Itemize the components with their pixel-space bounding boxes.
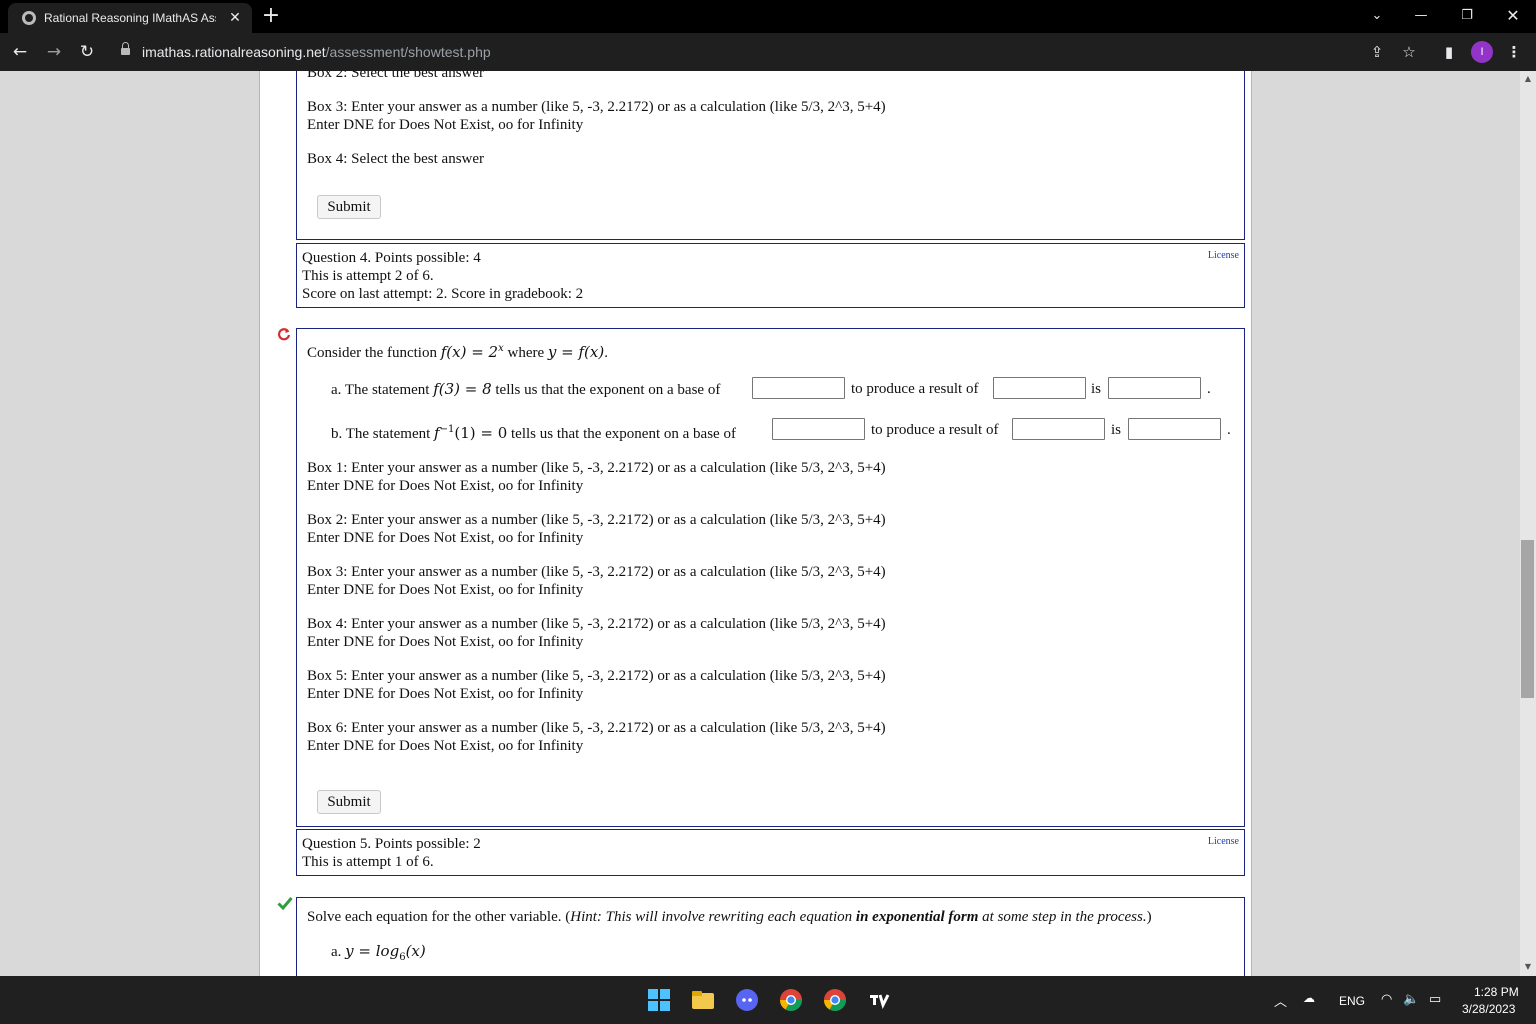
question-4-header: Question 4. Points possible: 4 This is a… [296, 243, 1245, 308]
assessment-page: Box 2: Select the best answer Box 3: Ent… [259, 71, 1252, 976]
back-arrow-icon[interactable]: ← [8, 41, 32, 63]
battery-icon[interactable]: ▭ [1429, 991, 1441, 1007]
bookmark-star-icon[interactable]: ☆ [1398, 41, 1420, 63]
q4a-result-label: to produce a result of [851, 381, 979, 397]
volume-icon[interactable]: 🔈 [1403, 991, 1419, 1007]
q4-box3-text: Box 3: Enter your answer as a number (li… [307, 564, 886, 580]
chrome-icon[interactable] [823, 988, 847, 1012]
reload-icon[interactable]: ↻ [75, 41, 99, 63]
address-bar[interactable]: imathas.rationalreasoning.net/assessment… [108, 37, 1434, 67]
page-viewport: Box 2: Select the best answer Box 3: Ent… [0, 71, 1520, 976]
q4a-base-input[interactable] [752, 377, 845, 399]
q5-intro: Solve each equation for the other variab… [307, 909, 1152, 925]
forward-arrow-icon[interactable]: → [42, 41, 66, 63]
q4-box1-text: Box 1: Enter your answer as a number (li… [307, 460, 886, 476]
language-indicator[interactable]: ENG [1339, 994, 1365, 1008]
q4-attempt: This is attempt 2 of 6. [302, 268, 434, 284]
profile-avatar[interactable]: I [1471, 41, 1493, 63]
q4a-period: . [1207, 381, 1211, 397]
onedrive-cloud-icon[interactable]: ☁ [1303, 991, 1315, 1005]
windows-start-icon[interactable] [647, 988, 671, 1012]
tab-search-chevron-icon[interactable]: ⌄ [1362, 4, 1392, 28]
q5-points: Question 5. Points possible: 2 [302, 836, 481, 852]
scroll-down-arrow-icon[interactable]: ▼ [1520, 960, 1536, 974]
clock-date[interactable]: 3/28/2023 [1462, 1002, 1515, 1016]
q4b-result-input[interactable] [1012, 418, 1105, 440]
url-text[interactable]: imathas.rationalreasoning.net/assessment… [142, 44, 491, 60]
retry-icon [277, 328, 291, 341]
wifi-icon[interactable]: ◠ [1381, 991, 1392, 1007]
q5-attempt: This is attempt 1 of 6. [302, 854, 434, 870]
checkmark-icon [277, 897, 293, 910]
restore-icon[interactable]: ❐ [1452, 4, 1482, 28]
minimize-icon[interactable]: — [1406, 4, 1436, 28]
q5-part-a: a. y = log6(x) [331, 942, 426, 963]
q3-box3-text: Box 3: Enter your answer as a number (li… [307, 99, 886, 115]
q4-part-b-text: b. The statement f−1(1) = 0 tells us tha… [331, 424, 736, 442]
q4-box5-hint: Enter DNE for Does Not Exist, oo for Inf… [307, 686, 584, 702]
globe-icon [22, 11, 36, 25]
q4-intro: Consider the function f(x) = 2x where y … [307, 343, 608, 361]
q3-box2-text: Box 2: Select the best answer [307, 71, 485, 81]
tab-title: Rational Reasoning IMathAS Asse [44, 11, 216, 25]
q4b-period: . [1227, 422, 1231, 438]
q4-box6-text: Box 6: Enter your answer as a number (li… [307, 720, 886, 736]
browser-title-bar: Rational Reasoning IMathAS Asse ✕ + ⌄ — … [0, 0, 1536, 33]
q4a-result-input[interactable] [993, 377, 1086, 399]
browser-toolbar: ← → ↻ imathas.rationalreasoning.net/asse… [0, 33, 1536, 71]
q4b-exponent-input[interactable] [1128, 418, 1221, 440]
q4a-exponent-input[interactable] [1108, 377, 1201, 399]
close-window-icon[interactable]: ✕ [1498, 4, 1528, 28]
clock-time[interactable]: 1:28 PM [1474, 985, 1519, 999]
q4-part-a-text: a. The statement f(3) = 8 tells us that … [331, 380, 721, 398]
q4-box4-hint: Enter DNE for Does Not Exist, oo for Inf… [307, 634, 584, 650]
question-3-body: Box 2: Select the best answer Box 3: Ent… [296, 71, 1245, 240]
discord-icon[interactable] [735, 988, 759, 1012]
tradingview-icon[interactable] [867, 988, 891, 1012]
q4-box2-text: Box 2: Enter your answer as a number (li… [307, 512, 886, 528]
q4-box2-hint: Enter DNE for Does Not Exist, oo for Inf… [307, 530, 584, 546]
q3-box3-hint: Enter DNE for Does Not Exist, oo for Inf… [307, 117, 584, 133]
q4-score: Score on last attempt: 2. Score in grade… [302, 286, 584, 302]
q4b-base-input[interactable] [772, 418, 865, 440]
q4-box3-hint: Enter DNE for Does Not Exist, oo for Inf… [307, 582, 584, 598]
scrollbar-thumb[interactable] [1521, 540, 1534, 698]
scroll-up-arrow-icon[interactable]: ▲ [1520, 72, 1536, 86]
new-tab-button[interactable]: + [260, 4, 282, 28]
page-scrollbar[interactable] [1520, 71, 1536, 976]
side-panel-icon[interactable]: ▮ [1438, 41, 1460, 63]
q4-box6-hint: Enter DNE for Does Not Exist, oo for Inf… [307, 738, 584, 754]
chrome-profile-icon[interactable] [779, 988, 803, 1012]
file-explorer-icon[interactable] [691, 988, 715, 1012]
q4-box4-text: Box 4: Enter your answer as a number (li… [307, 616, 886, 632]
q3-box4-text: Box 4: Select the best answer [307, 151, 485, 167]
q4-license-link[interactable]: License [1208, 250, 1239, 262]
q4b-is-label: is [1111, 422, 1122, 438]
question-5-header: Question 5. Points possible: 2 This is a… [296, 829, 1245, 876]
menu-kebab-icon[interactable]: ⋮ [1503, 41, 1525, 63]
q4-box1-hint: Enter DNE for Does Not Exist, oo for Inf… [307, 478, 584, 494]
q4b-result-label: to produce a result of [871, 422, 999, 438]
q5-license-link[interactable]: License [1208, 836, 1239, 848]
browser-tab[interactable]: Rational Reasoning IMathAS Asse ✕ [8, 3, 252, 33]
q4-points: Question 4. Points possible: 4 [302, 250, 481, 266]
share-icon[interactable]: ⇪ [1366, 41, 1388, 63]
q4a-is-label: is [1091, 381, 1102, 397]
lock-icon [121, 42, 130, 57]
q3-submit-button[interactable]: Submit [317, 195, 381, 219]
windows-taskbar: ︿ ☁ ENG ◠ 🔈 ▭ 1:28 PM 3/28/2023 [0, 976, 1536, 1024]
tab-close-icon[interactable]: ✕ [226, 8, 244, 26]
question-4-body: Consider the function f(x) = 2x where y … [296, 328, 1245, 827]
question-5-body: Solve each equation for the other variab… [296, 897, 1245, 976]
tray-chevron-icon[interactable]: ︿ [1274, 991, 1287, 1010]
q4-submit-button[interactable]: Submit [317, 790, 381, 814]
q4-box5-text: Box 5: Enter your answer as a number (li… [307, 668, 886, 684]
